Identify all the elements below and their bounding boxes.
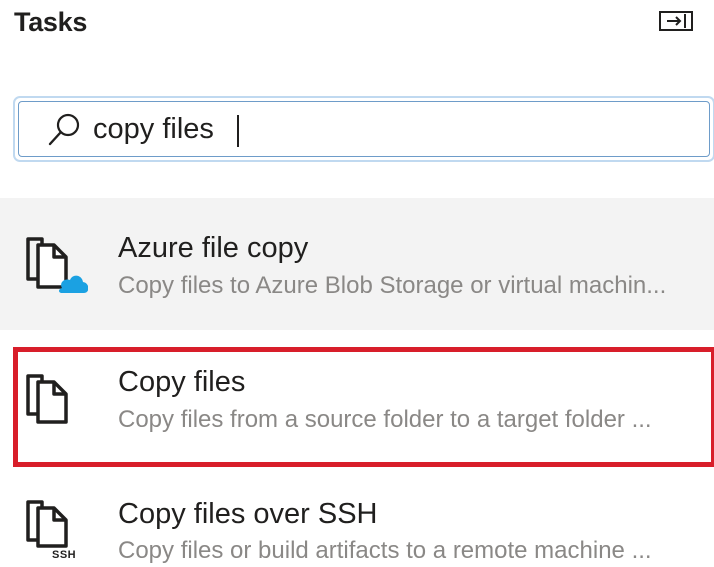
task-item-copy-files[interactable]: Copy files Copy files from a source fold… bbox=[0, 350, 714, 464]
task-description: Copy files from a source folder to a tar… bbox=[118, 406, 652, 433]
ssh-badge: SSH bbox=[52, 549, 77, 561]
text-caret bbox=[237, 115, 239, 147]
copy-files-icon bbox=[22, 370, 88, 436]
task-title: Azure file copy bbox=[118, 232, 309, 264]
panel-title: Tasks bbox=[14, 7, 88, 37]
task-description: Copy files or build artifacts to a remot… bbox=[118, 537, 652, 564]
task-item-copy-files-over-ssh[interactable]: SSH Copy files over SSH Copy files or bu… bbox=[0, 482, 714, 567]
task-description: Copy files to Azure Blob Storage or virt… bbox=[118, 272, 667, 299]
search-icon bbox=[47, 111, 83, 149]
collapse-panel-icon[interactable] bbox=[658, 10, 696, 34]
task-item-azure-file-copy[interactable]: Azure file copy Copy files to Azure Blob… bbox=[0, 198, 714, 330]
search-box[interactable] bbox=[13, 96, 714, 162]
task-title: Copy files bbox=[118, 366, 246, 398]
search-input[interactable] bbox=[93, 107, 593, 151]
azure-file-copy-icon bbox=[22, 231, 89, 297]
search-field[interactable] bbox=[18, 101, 710, 157]
task-title: Copy files over SSH bbox=[118, 498, 378, 530]
